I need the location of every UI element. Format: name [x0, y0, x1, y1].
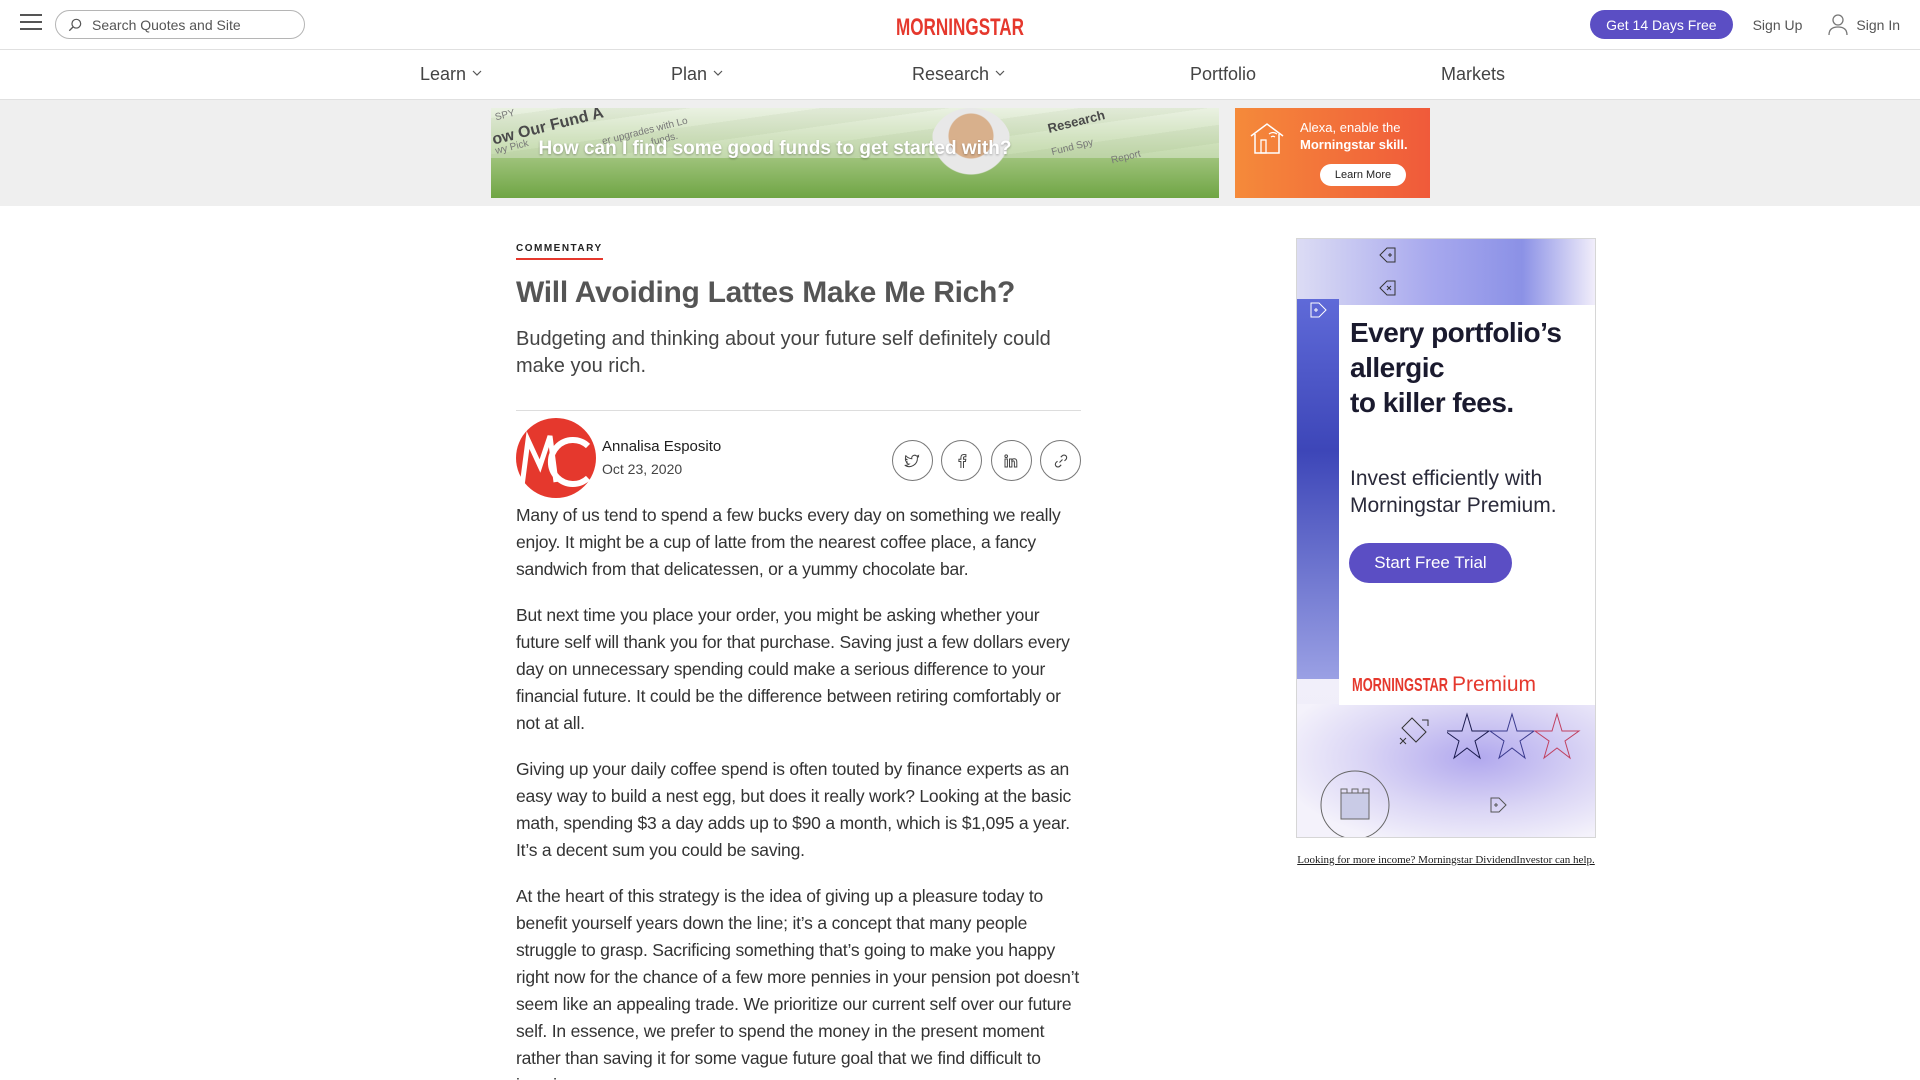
smart-home-icon — [1250, 123, 1284, 154]
divider — [516, 410, 1081, 411]
ad-headline-line: allergic — [1350, 352, 1445, 383]
ad-headline: How can I find some good funds to get st… — [538, 138, 1012, 159]
share-buttons — [883, 440, 1081, 481]
copy-link-button[interactable] — [1040, 440, 1081, 481]
article-title: Will Avoiding Lattes Make Me Rich? — [516, 276, 1016, 309]
link-icon — [1054, 454, 1067, 467]
svg-text:MORNINGSTAR: MORNINGSTAR — [896, 14, 1024, 41]
ad-background — [1297, 299, 1339, 679]
star-rating-icon — [1447, 712, 1581, 760]
ad-headline-line: to killer fees. — [1350, 387, 1514, 418]
nav-item-learn[interactable]: Learn — [420, 64, 482, 85]
search-box[interactable] — [55, 10, 305, 39]
article: COMMENTARY Will Avoiding Lattes Make Me … — [516, 238, 1081, 1080]
svg-text:Premium: Premium — [1452, 673, 1536, 696]
tag-plus-icon — [1379, 247, 1396, 263]
article-paragraph: Many of us tend to spend a few bucks eve… — [516, 505, 1061, 579]
ad-subhead-line: Invest efficiently with — [1350, 467, 1543, 490]
tag-x-icon — [1399, 717, 1429, 745]
byline: Annalisa Esposito Oct 23, 2020 — [516, 418, 1081, 498]
alexa-ad-line2: Morningstar skill. — [1300, 137, 1408, 152]
ad-subhead-line: Morningstar Premium. — [1350, 494, 1557, 517]
chevron-down-icon — [472, 70, 482, 76]
tag-plus-icon — [1310, 302, 1327, 318]
chevron-down-icon — [995, 70, 1005, 76]
start-free-trial-button[interactable]: Start Free Trial — [1349, 543, 1512, 583]
calendar-icon — [1320, 770, 1390, 837]
alexa-ad-line1: Alexa, enable the — [1300, 120, 1401, 135]
share-linkedin-button[interactable] — [990, 440, 1032, 481]
ad-headline: Every portfolio’s allergic to killer fee… — [1350, 315, 1590, 420]
alexa-banner-ad[interactable]: Alexa, enable the Morningstar skill. Lea… — [1235, 108, 1430, 198]
publish-date: Oct 23, 2020 — [602, 461, 683, 477]
nav-item-label: Portfolio — [1190, 64, 1257, 84]
article-kicker[interactable]: COMMENTARY — [516, 243, 603, 260]
free-trial-button[interactable]: Get 14 Days Free — [1590, 10, 1733, 39]
learn-more-button[interactable]: Learn More — [1320, 164, 1406, 186]
nav-item-research[interactable]: Research — [912, 64, 1005, 85]
nav-item-label: Research — [912, 64, 990, 84]
premium-side-ad[interactable]: Every portfolio’s allergic to killer fee… — [1296, 238, 1596, 838]
top-bar: MORNINGSTAR Get 14 Days Free Sign Up Sig… — [0, 0, 1920, 50]
sign-in-link[interactable]: Sign In — [1828, 13, 1900, 36]
linkedin-icon — [1004, 453, 1018, 467]
chevron-down-icon — [713, 70, 723, 76]
tag-plus-icon — [1490, 797, 1507, 813]
user-icon — [1828, 13, 1849, 35]
nav-item-label: Learn — [420, 64, 467, 84]
dividend-investor-link[interactable]: Looking for more income? Morningstar Div… — [1296, 853, 1596, 868]
nav-item-plan[interactable]: Plan — [671, 64, 723, 85]
fund-banner-ad[interactable]: ow Our Fund A SPY wy Pick er upgrades wi… — [491, 108, 1219, 198]
search-input[interactable] — [92, 16, 292, 33]
nav-item-portfolio[interactable]: Portfolio — [1190, 64, 1256, 85]
svg-text:MORNINGSTAR: MORNINGSTAR — [1352, 675, 1448, 695]
nav-item-markets[interactable]: Markets — [1441, 64, 1505, 85]
twitter-icon — [904, 453, 920, 467]
facebook-icon — [957, 453, 966, 468]
article-paragraph: But next time you place your order, you … — [516, 605, 1070, 733]
morningstar-premium-logo: MORNINGSTAR Premium — [1352, 673, 1536, 696]
ad-background — [1297, 239, 1595, 309]
author-name[interactable]: Annalisa Esposito — [602, 438, 721, 455]
search-icon — [68, 18, 82, 31]
ad-subhead: Invest efficiently with Morningstar Prem… — [1350, 465, 1590, 519]
sign-in-label: Sign In — [1856, 16, 1900, 33]
main-nav: Learn Plan Research Portfolio Markets — [0, 50, 1920, 100]
share-twitter-button[interactable] — [891, 440, 933, 481]
article-subtitle: Budgeting and thinking about your future… — [516, 328, 1051, 377]
article-paragraph: Giving up your daily coffee spend is oft… — [516, 759, 1072, 860]
article-paragraph: At the heart of this strategy is the ide… — [516, 886, 1080, 1080]
ad-headline-line: Every portfolio’s — [1350, 317, 1562, 348]
morningstar-logo[interactable]: MORNINGSTAR — [896, 8, 1026, 42]
nav-item-label: Plan — [671, 64, 708, 84]
morningstar-m-avatar[interactable] — [516, 418, 596, 498]
nav-item-label: Markets — [1441, 64, 1506, 84]
tag-x-icon — [1379, 280, 1396, 296]
menu-icon[interactable] — [20, 14, 42, 32]
share-facebook-button[interactable] — [941, 440, 982, 481]
sign-up-link[interactable]: Sign Up — [1753, 17, 1803, 33]
